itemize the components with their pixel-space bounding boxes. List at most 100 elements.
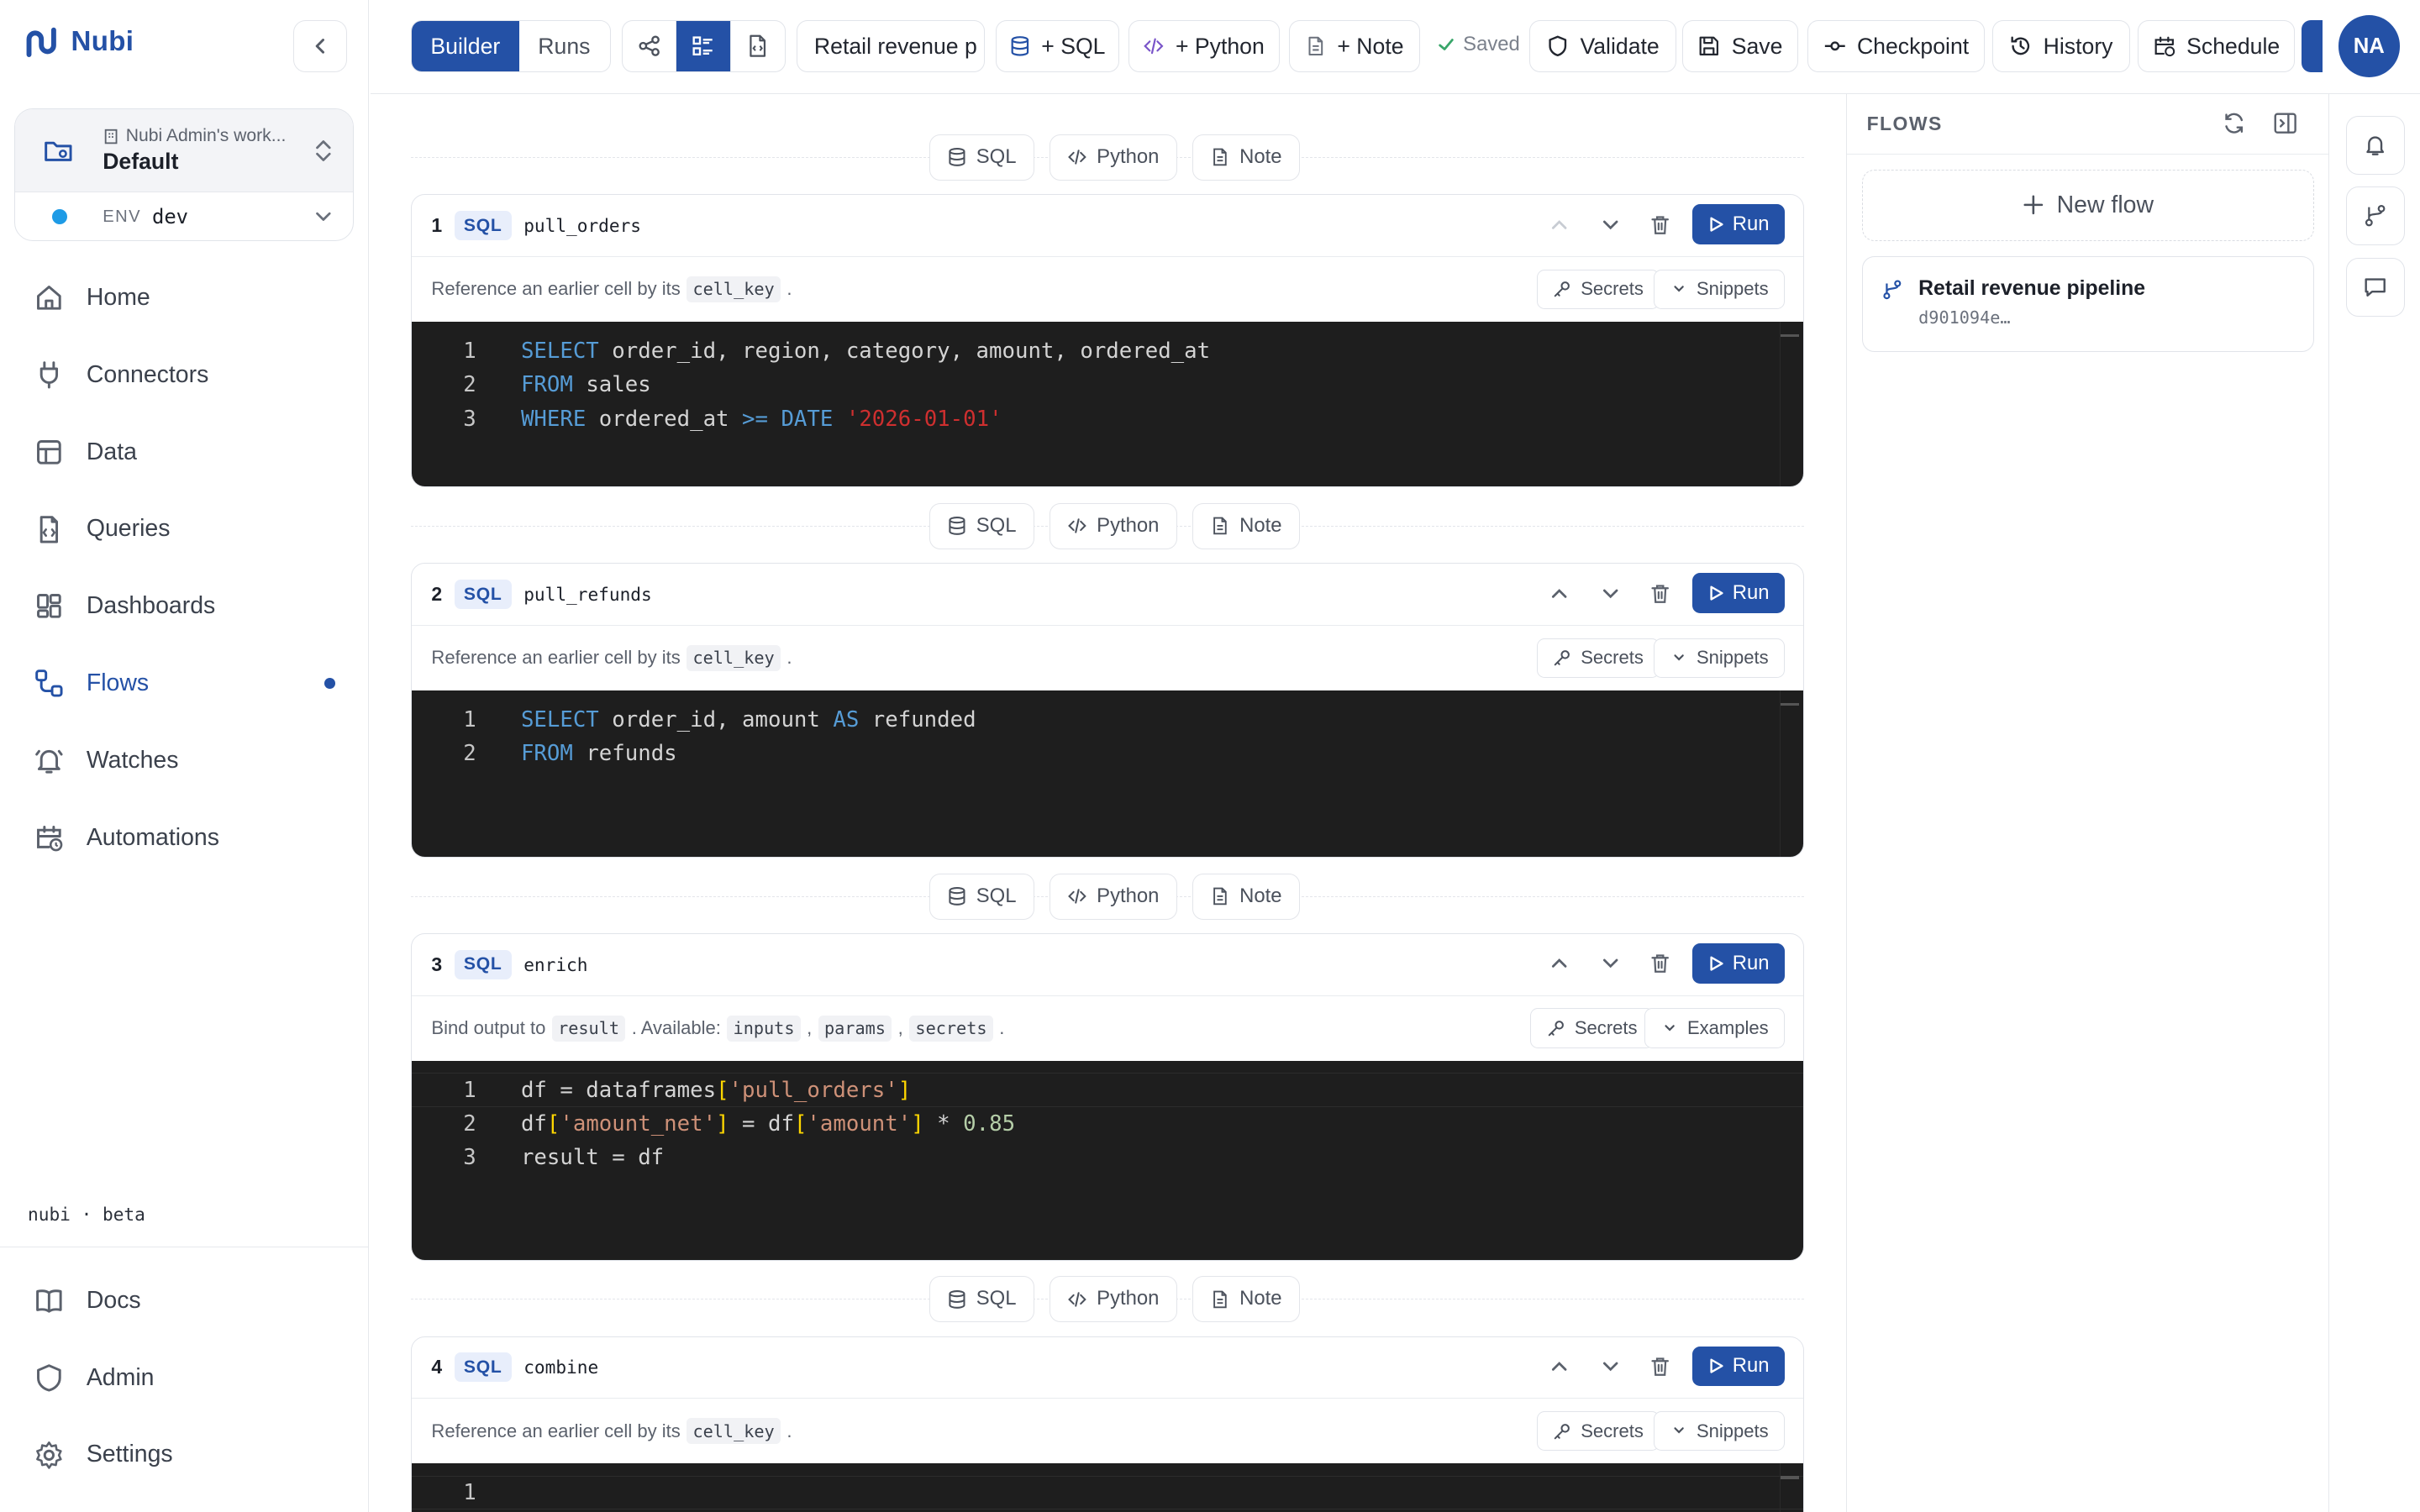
list-view-button[interactable] bbox=[676, 20, 731, 72]
cell-type-badge[interactable]: SQL bbox=[454, 1352, 512, 1383]
insert-note-button[interactable]: Note bbox=[1192, 502, 1300, 549]
sidebar-item-home[interactable]: Home bbox=[0, 260, 369, 337]
save-button[interactable]: Save bbox=[1681, 19, 1798, 73]
run-cell-button[interactable]: Run bbox=[1691, 573, 1786, 614]
brand-logo[interactable]: Nubi bbox=[24, 26, 134, 58]
cell-key[interactable]: combine bbox=[523, 1357, 598, 1378]
move-down-button[interactable] bbox=[1598, 213, 1623, 237]
collapse-sidebar-button[interactable] bbox=[292, 19, 348, 73]
flow-name-input[interactable]: Retail revenue p bbox=[796, 19, 985, 73]
environment-selector[interactable]: ENV dev bbox=[15, 192, 353, 240]
workspace-switcher[interactable]: Nubi Admin's work... Default ENV dev bbox=[13, 108, 354, 241]
flow-list-item[interactable]: Retail revenue pipeline d901094e… bbox=[1862, 255, 2315, 352]
snippets-button[interactable]: Snippets bbox=[1654, 269, 1786, 310]
run-cell-button[interactable]: Run bbox=[1691, 204, 1786, 245]
cell-type-badge[interactable]: SQL bbox=[454, 949, 512, 979]
insert-python-button[interactable]: Python bbox=[1050, 1275, 1177, 1323]
code-view-button[interactable] bbox=[731, 21, 785, 71]
sidebar-item-admin[interactable]: Admin bbox=[0, 1339, 369, 1416]
insert-note-button[interactable]: Note bbox=[1192, 134, 1300, 181]
comments-button[interactable] bbox=[2345, 257, 2405, 317]
git-branch-icon bbox=[1883, 280, 1902, 299]
insert-sql-button[interactable]: SQL bbox=[929, 873, 1034, 920]
code-editor[interactable]: 1 bbox=[411, 1463, 1804, 1512]
insert-python-button[interactable]: Python bbox=[1050, 134, 1177, 181]
run-cell-button[interactable]: Run bbox=[1691, 943, 1786, 984]
insert-python-button[interactable]: Python bbox=[1050, 502, 1177, 549]
file-code-icon bbox=[34, 514, 65, 545]
cell-key[interactable]: enrich bbox=[523, 954, 587, 975]
delete-cell-button[interactable] bbox=[1648, 213, 1672, 237]
add-note-button[interactable]: + Note bbox=[1288, 19, 1420, 73]
share-graph-button[interactable] bbox=[623, 20, 677, 72]
avatar[interactable]: NA bbox=[2338, 15, 2401, 77]
new-flow-button[interactable]: New flow bbox=[1862, 170, 2315, 241]
secrets-button[interactable]: Secrets bbox=[1536, 638, 1660, 679]
cell-number: 1 bbox=[431, 214, 443, 237]
key-icon bbox=[1554, 650, 1570, 666]
add-python-button[interactable]: + Python bbox=[1128, 19, 1280, 73]
delete-cell-button[interactable] bbox=[1648, 951, 1672, 975]
code-editor[interactable]: 1 SELECT order_id, amount AS refunded 2 FR… bbox=[411, 690, 1804, 858]
move-down-button[interactable] bbox=[1598, 951, 1623, 975]
workspace-selector[interactable]: Nubi Admin's work... Default bbox=[14, 108, 353, 192]
checkpoint-button[interactable]: Checkpoint bbox=[1807, 19, 1985, 73]
snippets-button[interactable]: Snippets bbox=[1654, 638, 1786, 679]
schedule-button[interactable]: Schedule bbox=[2137, 19, 2296, 73]
sidebar-item-flows[interactable]: Flows bbox=[0, 645, 369, 722]
table-icon bbox=[34, 437, 65, 468]
insert-sql-button[interactable]: SQL bbox=[929, 134, 1034, 181]
history-button[interactable]: History bbox=[1992, 19, 2130, 73]
snippets-button[interactable]: Snippets bbox=[1654, 1410, 1786, 1452]
sidebar-item-docs[interactable]: Docs bbox=[0, 1262, 369, 1339]
cell-type-badge[interactable]: SQL bbox=[454, 580, 512, 610]
delete-cell-button[interactable] bbox=[1648, 581, 1672, 606]
run-flow-button[interactable] bbox=[2301, 19, 2323, 73]
new-flow-label: New flow bbox=[2056, 191, 2154, 218]
cell-type-badge[interactable]: SQL bbox=[454, 211, 512, 241]
sidebar-item-settings[interactable]: Settings bbox=[0, 1416, 369, 1494]
home-icon bbox=[34, 282, 65, 313]
move-up-button[interactable] bbox=[1547, 213, 1571, 237]
validate-button[interactable]: Validate bbox=[1529, 19, 1676, 73]
move-up-button[interactable] bbox=[1547, 951, 1571, 975]
collapse-panel-button[interactable] bbox=[2273, 111, 2297, 135]
refresh-button[interactable] bbox=[2222, 111, 2246, 135]
notifications-button[interactable] bbox=[2345, 115, 2405, 175]
sidebar-item-queries[interactable]: Queries bbox=[0, 491, 369, 568]
move-down-button[interactable] bbox=[1598, 581, 1623, 606]
sidebar-item-connectors[interactable]: Connectors bbox=[0, 336, 369, 413]
sidebar-item-automations[interactable]: Automations bbox=[0, 799, 369, 876]
share-nodes-icon bbox=[639, 35, 660, 57]
move-down-button[interactable] bbox=[1598, 1354, 1623, 1378]
insert-sql-button[interactable]: SQL bbox=[929, 1275, 1034, 1323]
editor-scrollbar[interactable] bbox=[1780, 1475, 1799, 1479]
code-editor[interactable]: 1 SELECT order_id, region, category, amou… bbox=[411, 322, 1804, 487]
editor-scrollbar[interactable] bbox=[1780, 702, 1799, 706]
secrets-button[interactable]: Secrets bbox=[1536, 1410, 1660, 1452]
run-cell-button[interactable]: Run bbox=[1691, 1346, 1786, 1387]
cell-key[interactable]: pull_refunds bbox=[523, 584, 652, 605]
tab-runs[interactable]: Runs bbox=[519, 20, 609, 72]
add-sql-button[interactable]: + SQL bbox=[995, 19, 1119, 73]
code-editor[interactable]: 1 df = dataframes['pull_orders'] 2 df['amo… bbox=[411, 1060, 1804, 1260]
editor-scrollbar[interactable] bbox=[1780, 333, 1799, 338]
insert-sql-button[interactable]: SQL bbox=[929, 502, 1034, 549]
sidebar-item-data[interactable]: Data bbox=[0, 413, 369, 491]
delete-cell-button[interactable] bbox=[1648, 1354, 1672, 1378]
secrets-button[interactable]: Secrets bbox=[1530, 1008, 1654, 1049]
trash-icon bbox=[1650, 954, 1669, 974]
lineage-button[interactable] bbox=[2345, 186, 2405, 245]
insert-note-button[interactable]: Note bbox=[1192, 873, 1300, 920]
hint-text: Reference an earlier cell by its bbox=[431, 278, 681, 300]
cell-key[interactable]: pull_orders bbox=[523, 215, 641, 236]
move-up-button[interactable] bbox=[1547, 1354, 1571, 1378]
examples-button[interactable]: Examples bbox=[1644, 1008, 1786, 1049]
sidebar-item-watches[interactable]: Watches bbox=[0, 722, 369, 800]
insert-python-button[interactable]: Python bbox=[1050, 873, 1177, 920]
secrets-button[interactable]: Secrets bbox=[1536, 269, 1660, 310]
tab-builder[interactable]: Builder bbox=[411, 20, 520, 72]
move-up-button[interactable] bbox=[1547, 581, 1571, 606]
sidebar-item-dashboards[interactable]: Dashboards bbox=[0, 568, 369, 645]
insert-note-button[interactable]: Note bbox=[1192, 1275, 1300, 1323]
